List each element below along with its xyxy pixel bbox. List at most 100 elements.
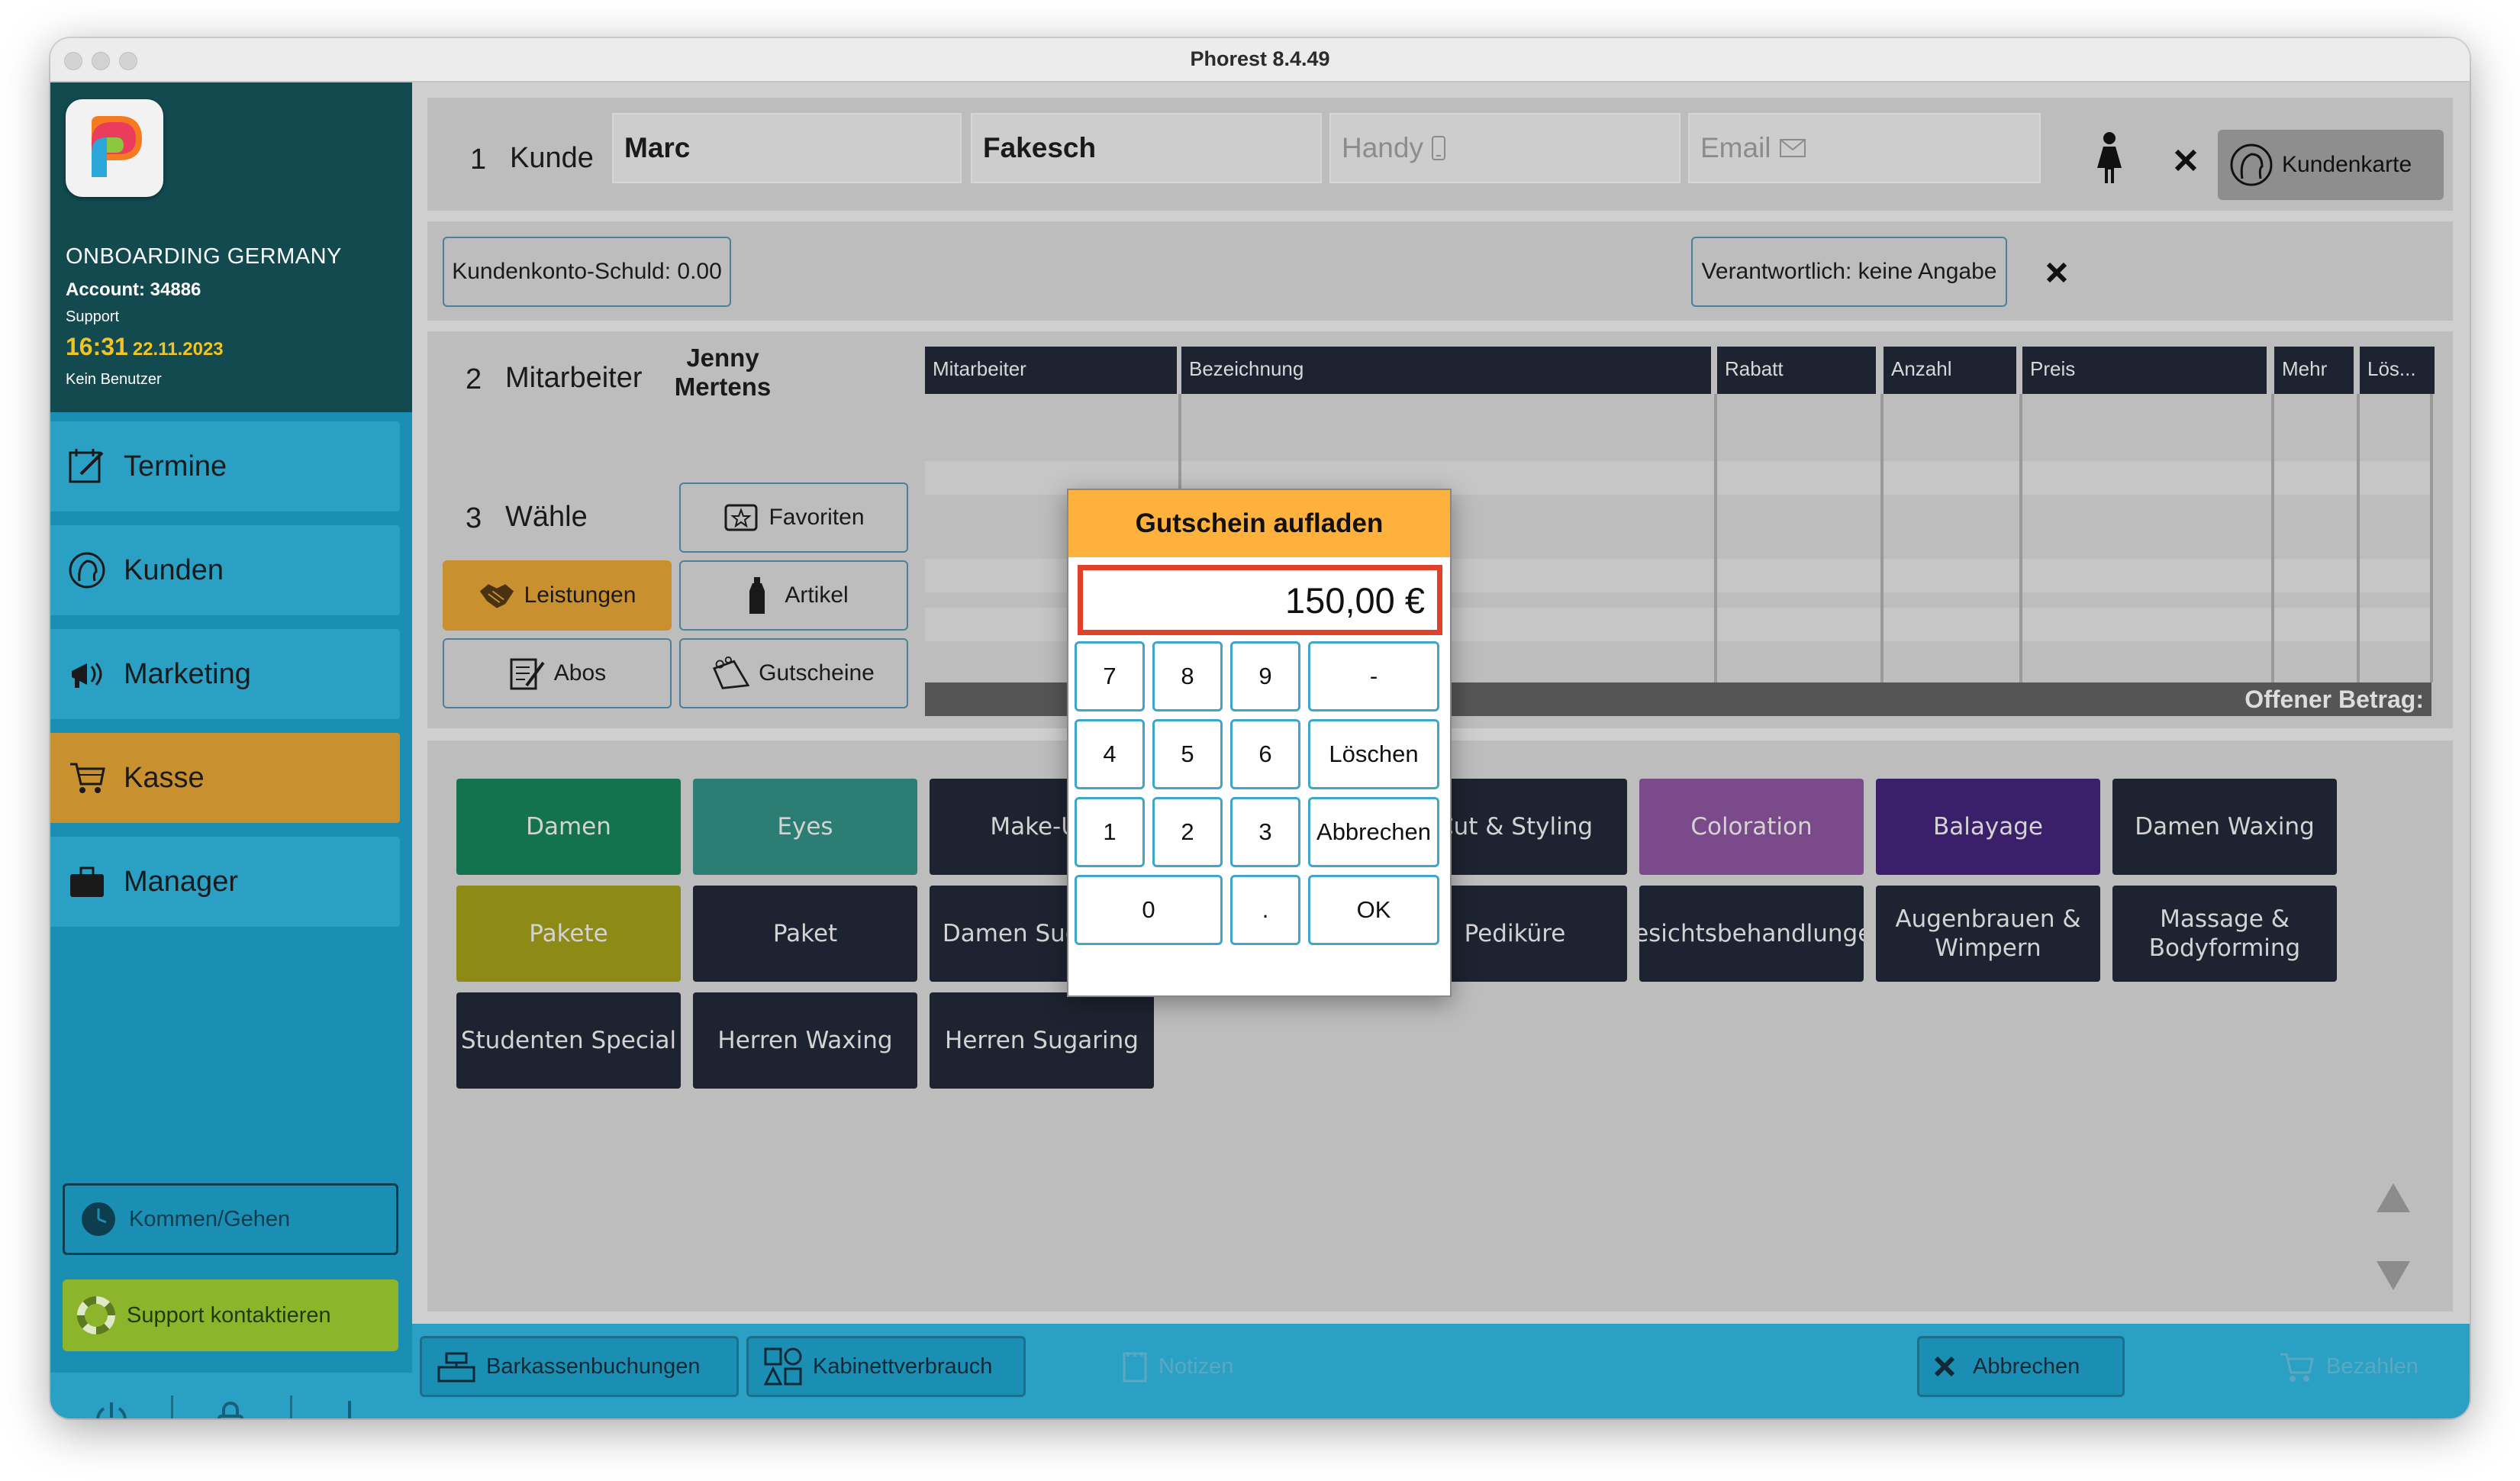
document-edit-icon	[508, 655, 545, 692]
service-category-button[interactable]: Massage & Bodyforming	[2112, 886, 2337, 982]
scroll-down-icon[interactable]	[2377, 1261, 2410, 1290]
lifebuoy-icon	[76, 1295, 116, 1335]
nav-kasse[interactable]: Kasse	[50, 733, 400, 823]
keypad-loeschen-button[interactable]: Löschen	[1308, 719, 1439, 789]
keypad-ok-button[interactable]: OK	[1308, 875, 1439, 945]
keypad-abbrechen-button[interactable]: Abbrechen	[1308, 797, 1439, 867]
first-name-field[interactable]: Marc	[612, 113, 962, 183]
service-category-button[interactable]: Coloration	[1639, 779, 1864, 875]
service-category-button[interactable]: Augenbrauen & Wimpern	[1876, 886, 2100, 982]
nav-marketing[interactable]: Marketing	[50, 629, 400, 719]
kundenkarte-button[interactable]: Kundenkarte	[2218, 130, 2444, 200]
account-number: Account: 34886	[66, 279, 201, 300]
nav-manager[interactable]: Manager	[50, 837, 400, 927]
service-category-button[interactable]: Damen	[456, 779, 681, 875]
service-category-button[interactable]: Herren Sugaring	[930, 992, 1154, 1089]
amount-display[interactable]: 150,00 €	[1078, 565, 1442, 635]
scroll-up-icon[interactable]	[2377, 1183, 2410, 1212]
nav-kunden[interactable]: Kunden	[50, 525, 400, 615]
cart-icon	[2279, 1350, 2315, 1383]
nav-termine-label: Termine	[124, 450, 227, 482]
col-header-mitarbeiter[interactable]: Mitarbeiter	[925, 347, 1177, 394]
verantwortlich-button[interactable]: Verantwortlich: keine Angabe	[1691, 237, 2007, 307]
keypad-1-button[interactable]: 1	[1075, 797, 1145, 867]
favoriten-label: Favoriten	[769, 505, 865, 530]
customer-row: 1 Kunde Marc Fakesch Handy Email Kundenk…	[427, 98, 2453, 211]
clear-customer-icon[interactable]	[2174, 148, 2198, 173]
cash-register-icon	[436, 1349, 477, 1384]
keypad-minus-button[interactable]: -	[1308, 641, 1439, 711]
service-category-button[interactable]: Eyes	[693, 779, 917, 875]
keypad-2-button[interactable]: 2	[1152, 797, 1223, 867]
col-header-preis[interactable]: Preis	[2022, 347, 2267, 394]
service-category-button[interactable]: Gesichtsbehandlungen	[1639, 886, 1864, 982]
email-field[interactable]: Email	[1688, 113, 2041, 183]
gender-female-icon[interactable]	[2094, 131, 2125, 185]
staff-name[interactable]: Jenny Mertens	[658, 344, 788, 402]
keypad-5-button[interactable]: 5	[1152, 719, 1223, 789]
power-icon[interactable]	[89, 1395, 134, 1418]
artikel-button[interactable]: Artikel	[679, 560, 908, 631]
col-header-rabatt[interactable]: Rabatt	[1717, 347, 1876, 394]
keypad-9-button[interactable]: 9	[1230, 641, 1300, 711]
keypad-7-button[interactable]: 7	[1075, 641, 1145, 711]
gutscheine-label: Gutscheine	[759, 660, 875, 686]
lock-icon[interactable]	[208, 1395, 253, 1418]
nav-termine[interactable]: Termine	[50, 421, 400, 511]
kabinettverbrauch-label: Kabinettverbrauch	[813, 1354, 993, 1379]
nav-kunden-label: Kunden	[124, 553, 224, 586]
star-card-icon	[723, 499, 759, 536]
keypad-3-button[interactable]: 3	[1230, 797, 1300, 867]
leistungen-button[interactable]: Leistungen	[443, 560, 672, 631]
support-label: Support kontaktieren	[127, 1302, 331, 1328]
keypad-0-button[interactable]: 0	[1075, 875, 1223, 945]
service-category-button[interactable]: Herren Waxing	[693, 992, 917, 1089]
staff-label: Mitarbeiter	[505, 362, 643, 394]
phone-placeholder: Handy	[1342, 132, 1423, 163]
kundenkarte-label: Kundenkarte	[2282, 152, 2412, 177]
step-3-number: 3	[466, 502, 482, 534]
sidebar: ONBOARDING GERMANY Account: 34886 Suppor…	[50, 82, 412, 1418]
abos-button[interactable]: Abos	[443, 638, 672, 708]
service-category-button[interactable]: Balayage	[1876, 779, 2100, 875]
abbrechen-sale-button[interactable]: Abbrechen	[1917, 1336, 2125, 1397]
clear-responsible-icon[interactable]	[2045, 261, 2068, 284]
col-header-mehr[interactable]: Mehr	[2274, 347, 2354, 394]
notizen-button[interactable]: Notizen	[1122, 1336, 1233, 1397]
service-category-button[interactable]: Damen Waxing	[2112, 779, 2337, 875]
keypad-6-button[interactable]: 6	[1230, 719, 1300, 789]
barkassenbuchungen-button[interactable]: Barkassenbuchungen	[420, 1336, 739, 1397]
clock-date: 22.11.2023	[132, 339, 224, 360]
bottom-toolbar: Barkassenbuchungen Kabinettverbrauch Not…	[412, 1324, 2470, 1418]
arrow-down-icon[interactable]	[327, 1395, 372, 1418]
nav-marketing-label: Marketing	[124, 657, 251, 690]
megaphone-icon	[66, 653, 108, 695]
last-name-field[interactable]: Fakesch	[971, 113, 1322, 183]
step-2-number: 2	[466, 363, 482, 395]
col-header-anzahl[interactable]: Anzahl	[1884, 347, 2016, 394]
service-category-button[interactable]: Studenten Special	[456, 992, 681, 1089]
kabinettverbrauch-button[interactable]: Kabinettverbrauch	[746, 1336, 1026, 1397]
current-user: Kein Benutzer	[66, 371, 162, 388]
gutscheine-button[interactable]: Gutscheine	[679, 638, 908, 708]
service-category-button[interactable]: Paket	[693, 886, 917, 982]
support-button[interactable]: Support kontaktieren	[63, 1279, 398, 1351]
gutschein-aufladen-dialog: Gutschein aufladen 150,00 € 7 8 9- 4 5 6 Lösch…	[1067, 489, 1452, 997]
kommen-gehen-button[interactable]: Kommen/Gehen	[63, 1183, 398, 1255]
keypad-8-button[interactable]: 8	[1152, 641, 1223, 711]
bezahlen-button[interactable]: Bezahlen	[2279, 1336, 2418, 1397]
col-header-bezeichnung[interactable]: Bezeichnung	[1181, 347, 1711, 394]
leistungen-label: Leistungen	[524, 582, 636, 608]
staff-last-name: Mertens	[674, 373, 772, 401]
account-row: Kundenkonto-Schuld: 0.00 Verantwortlich:…	[427, 221, 2453, 321]
org-name: ONBOARDING GERMANY	[66, 244, 342, 269]
keypad-4-button[interactable]: 4	[1075, 719, 1145, 789]
phone-field[interactable]: Handy	[1329, 113, 1681, 183]
abos-label: Abos	[553, 660, 607, 686]
service-category-button[interactable]: Pakete	[456, 886, 681, 982]
client-head-icon	[2228, 142, 2274, 188]
col-header-loeschen[interactable]: Lös...	[2360, 347, 2435, 394]
keypad-decimal-button[interactable]: .	[1230, 875, 1300, 945]
favoriten-button[interactable]: Favoriten	[679, 482, 908, 553]
kundenkonto-schuld-button[interactable]: Kundenkonto-Schuld: 0.00	[443, 237, 731, 307]
